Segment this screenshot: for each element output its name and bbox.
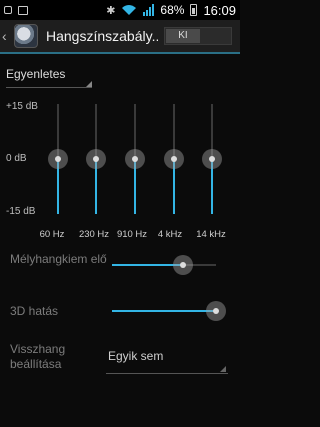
reverb-label: Visszhang beállítása	[10, 342, 66, 371]
bluetooth-icon: ✱	[106, 4, 116, 17]
eq-knob[interactable]	[48, 149, 68, 169]
app-speaker-icon[interactable]	[14, 24, 38, 48]
dropdown-arrow-icon	[86, 81, 92, 87]
usb-icon	[4, 6, 12, 14]
bass-boost-slider[interactable]	[112, 255, 216, 275]
clock: 16:09	[203, 2, 236, 18]
preset-selected-value: Egyenletes	[6, 67, 66, 81]
page-title: Hangszínszabály...	[46, 28, 158, 44]
freq-label-14khz: 14 kHz	[196, 229, 226, 240]
bass-boost-knob[interactable]	[172, 255, 193, 275]
reverb-selected-value: Egyik sem	[108, 349, 164, 363]
db-label-zero: 0 dB	[6, 153, 27, 164]
eq-band-slider-60hz[interactable]	[48, 104, 68, 214]
wifi-icon	[122, 5, 137, 15]
action-bar: ‹ Hangszínszabály... KI	[0, 20, 240, 54]
back-chevron-icon[interactable]: ‹	[2, 28, 12, 44]
preset-dropdown[interactable]: Egyenletes	[6, 62, 92, 88]
equalizer-toggle[interactable]: KI	[164, 27, 232, 45]
battery-percent: 68%	[160, 3, 185, 17]
db-label-bottom: -15 dB	[6, 206, 36, 217]
eq-band-slider-230hz[interactable]	[86, 104, 106, 214]
signal-icon	[143, 4, 155, 16]
reverb-dropdown[interactable]: Egyik sem	[106, 344, 228, 374]
virtualizer-label: 3D hatás	[10, 304, 59, 318]
virtualizer-knob[interactable]	[206, 301, 226, 321]
dropdown-arrow-icon	[220, 366, 226, 372]
eq-band-slider-14khz[interactable]	[202, 104, 222, 214]
freq-label-60hz: 60 Hz	[39, 229, 65, 240]
freq-label-4khz: 4 kHz	[157, 229, 183, 240]
eq-knob[interactable]	[86, 149, 106, 169]
eq-band-slider-4khz[interactable]	[164, 104, 184, 214]
freq-label-230hz: 230 Hz	[78, 229, 110, 240]
status-bar: ✱ 68% 16:09	[0, 0, 240, 20]
eq-band-slider-910hz[interactable]	[125, 104, 145, 214]
freq-label-910hz: 910 Hz	[116, 229, 148, 240]
db-label-top: +15 dB	[6, 101, 38, 112]
toggle-label: KI	[166, 29, 200, 43]
bass-boost-label: Mélyhangkiem elő	[10, 252, 107, 266]
eq-knob[interactable]	[202, 149, 222, 169]
virtualizer-slider[interactable]	[112, 301, 226, 321]
image-icon	[18, 5, 28, 15]
eq-knob[interactable]	[164, 149, 184, 169]
eq-knob[interactable]	[125, 149, 145, 169]
battery-icon	[190, 4, 198, 16]
virtualizer-fill	[112, 310, 216, 312]
